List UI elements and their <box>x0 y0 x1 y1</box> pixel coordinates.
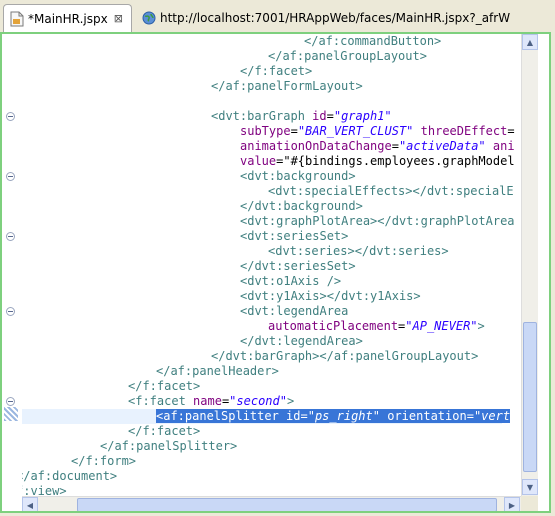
close-icon[interactable]: ⊠ <box>114 12 123 25</box>
code-line: </dvt:barGraph></af:panelGroupLayout> <box>211 349 479 363</box>
code-line: <dvt:graphPlotArea></dvt:graphPlotArea <box>240 214 515 228</box>
scroll-up-icon[interactable]: ▲ <box>522 34 538 50</box>
globe-icon <box>142 11 156 25</box>
code-line: <f:facet name="second"> <box>128 394 295 408</box>
code-line: <dvt:barGraph id="graph1" <box>211 109 392 123</box>
horizontal-scrollbar[interactable]: ◀ ▶ <box>22 496 521 511</box>
tab-browser-url[interactable]: http://localhost:7001/HRAppWeb/faces/Mai… <box>136 4 555 31</box>
code-line: </f:facet> <box>128 424 201 438</box>
code-line: </af:panelSplitter> <box>100 439 238 453</box>
code-line: animationOnDataChange="activeData" ani <box>240 139 515 153</box>
vertical-scroll-thumb[interactable] <box>523 322 537 472</box>
tab-label: *MainHR.jspx <box>28 11 108 26</box>
code-line: </dvt:background> <box>240 199 363 213</box>
code-line: </af:document> <box>22 469 118 483</box>
fold-toggle-icon[interactable] <box>6 112 15 121</box>
selected-text[interactable]: <af:panelSplitter id="ps_right" orientat… <box>156 409 511 423</box>
fold-toggle-icon[interactable] <box>6 397 15 406</box>
code-line: <dvt:specialEffects></dvt:specialE <box>268 184 514 198</box>
jspx-file-icon <box>10 11 24 27</box>
annotation-ruler <box>2 34 22 496</box>
fold-toggle-icon[interactable] <box>6 232 15 241</box>
scroll-right-icon[interactable]: ▶ <box>504 497 520 511</box>
code-line: f:view> <box>22 484 67 496</box>
code-line: <dvt:series></dvt:series> <box>268 244 449 258</box>
code-line: <dvt:y1Axis></dvt:y1Axis> <box>240 289 421 303</box>
code-line: </af:panelGroupLayout> <box>268 49 427 63</box>
vertical-scrollbar[interactable]: ▲ ▼ <box>521 34 538 496</box>
code-line: </dvt:seriesSet> <box>240 259 356 273</box>
scroll-left-icon[interactable]: ◀ <box>22 497 38 511</box>
code-line: </af:commandButton> <box>304 34 442 48</box>
code-line: <dvt:background> <box>240 169 356 183</box>
code-line: <dvt:legendArea <box>240 304 349 318</box>
current-line-marker-icon <box>4 407 18 421</box>
tab-label: http://localhost:7001/HRAppWeb/faces/Mai… <box>160 10 511 25</box>
code-line: <dvt:o1Axis /> <box>240 274 342 288</box>
code-line: </dvt:legendArea> <box>240 334 363 348</box>
horizontal-scroll-thumb[interactable] <box>77 498 497 511</box>
code-line: </f:facet> <box>128 379 201 393</box>
code-line: </f:form> <box>71 454 137 468</box>
scroll-down-icon[interactable]: ▼ <box>522 479 538 495</box>
source-editor[interactable]: </af:commandButton> </af:panelGroupLayou… <box>0 32 551 513</box>
code-line: subType="BAR_VERT_CLUST" threeDEffect= <box>240 124 515 138</box>
editor-tab-bar: *MainHR.jspx ⊠ http://localhost:7001/HRA… <box>0 0 555 32</box>
code-area[interactable]: </af:commandButton> </af:panelGroupLayou… <box>22 34 521 496</box>
tab-mainhr-jspx[interactable]: *MainHR.jspx ⊠ <box>3 4 132 32</box>
fold-toggle-icon[interactable] <box>6 172 15 181</box>
code-line: </af:panelHeader> <box>156 364 279 378</box>
code-line: value="#{bindings.employees.graphModel <box>240 154 515 168</box>
current-line: <af:panelSplitter id="ps_right" orientat… <box>22 409 511 424</box>
code-line: automaticPlacement="AP_NEVER"> <box>268 319 485 333</box>
code-line: <dvt:seriesSet> <box>240 229 349 243</box>
code-line: </f:facet> <box>240 64 313 78</box>
scrollbar-corner <box>521 496 538 511</box>
code-line: </af:panelFormLayout> <box>211 79 363 93</box>
fold-toggle-icon[interactable] <box>6 307 15 316</box>
